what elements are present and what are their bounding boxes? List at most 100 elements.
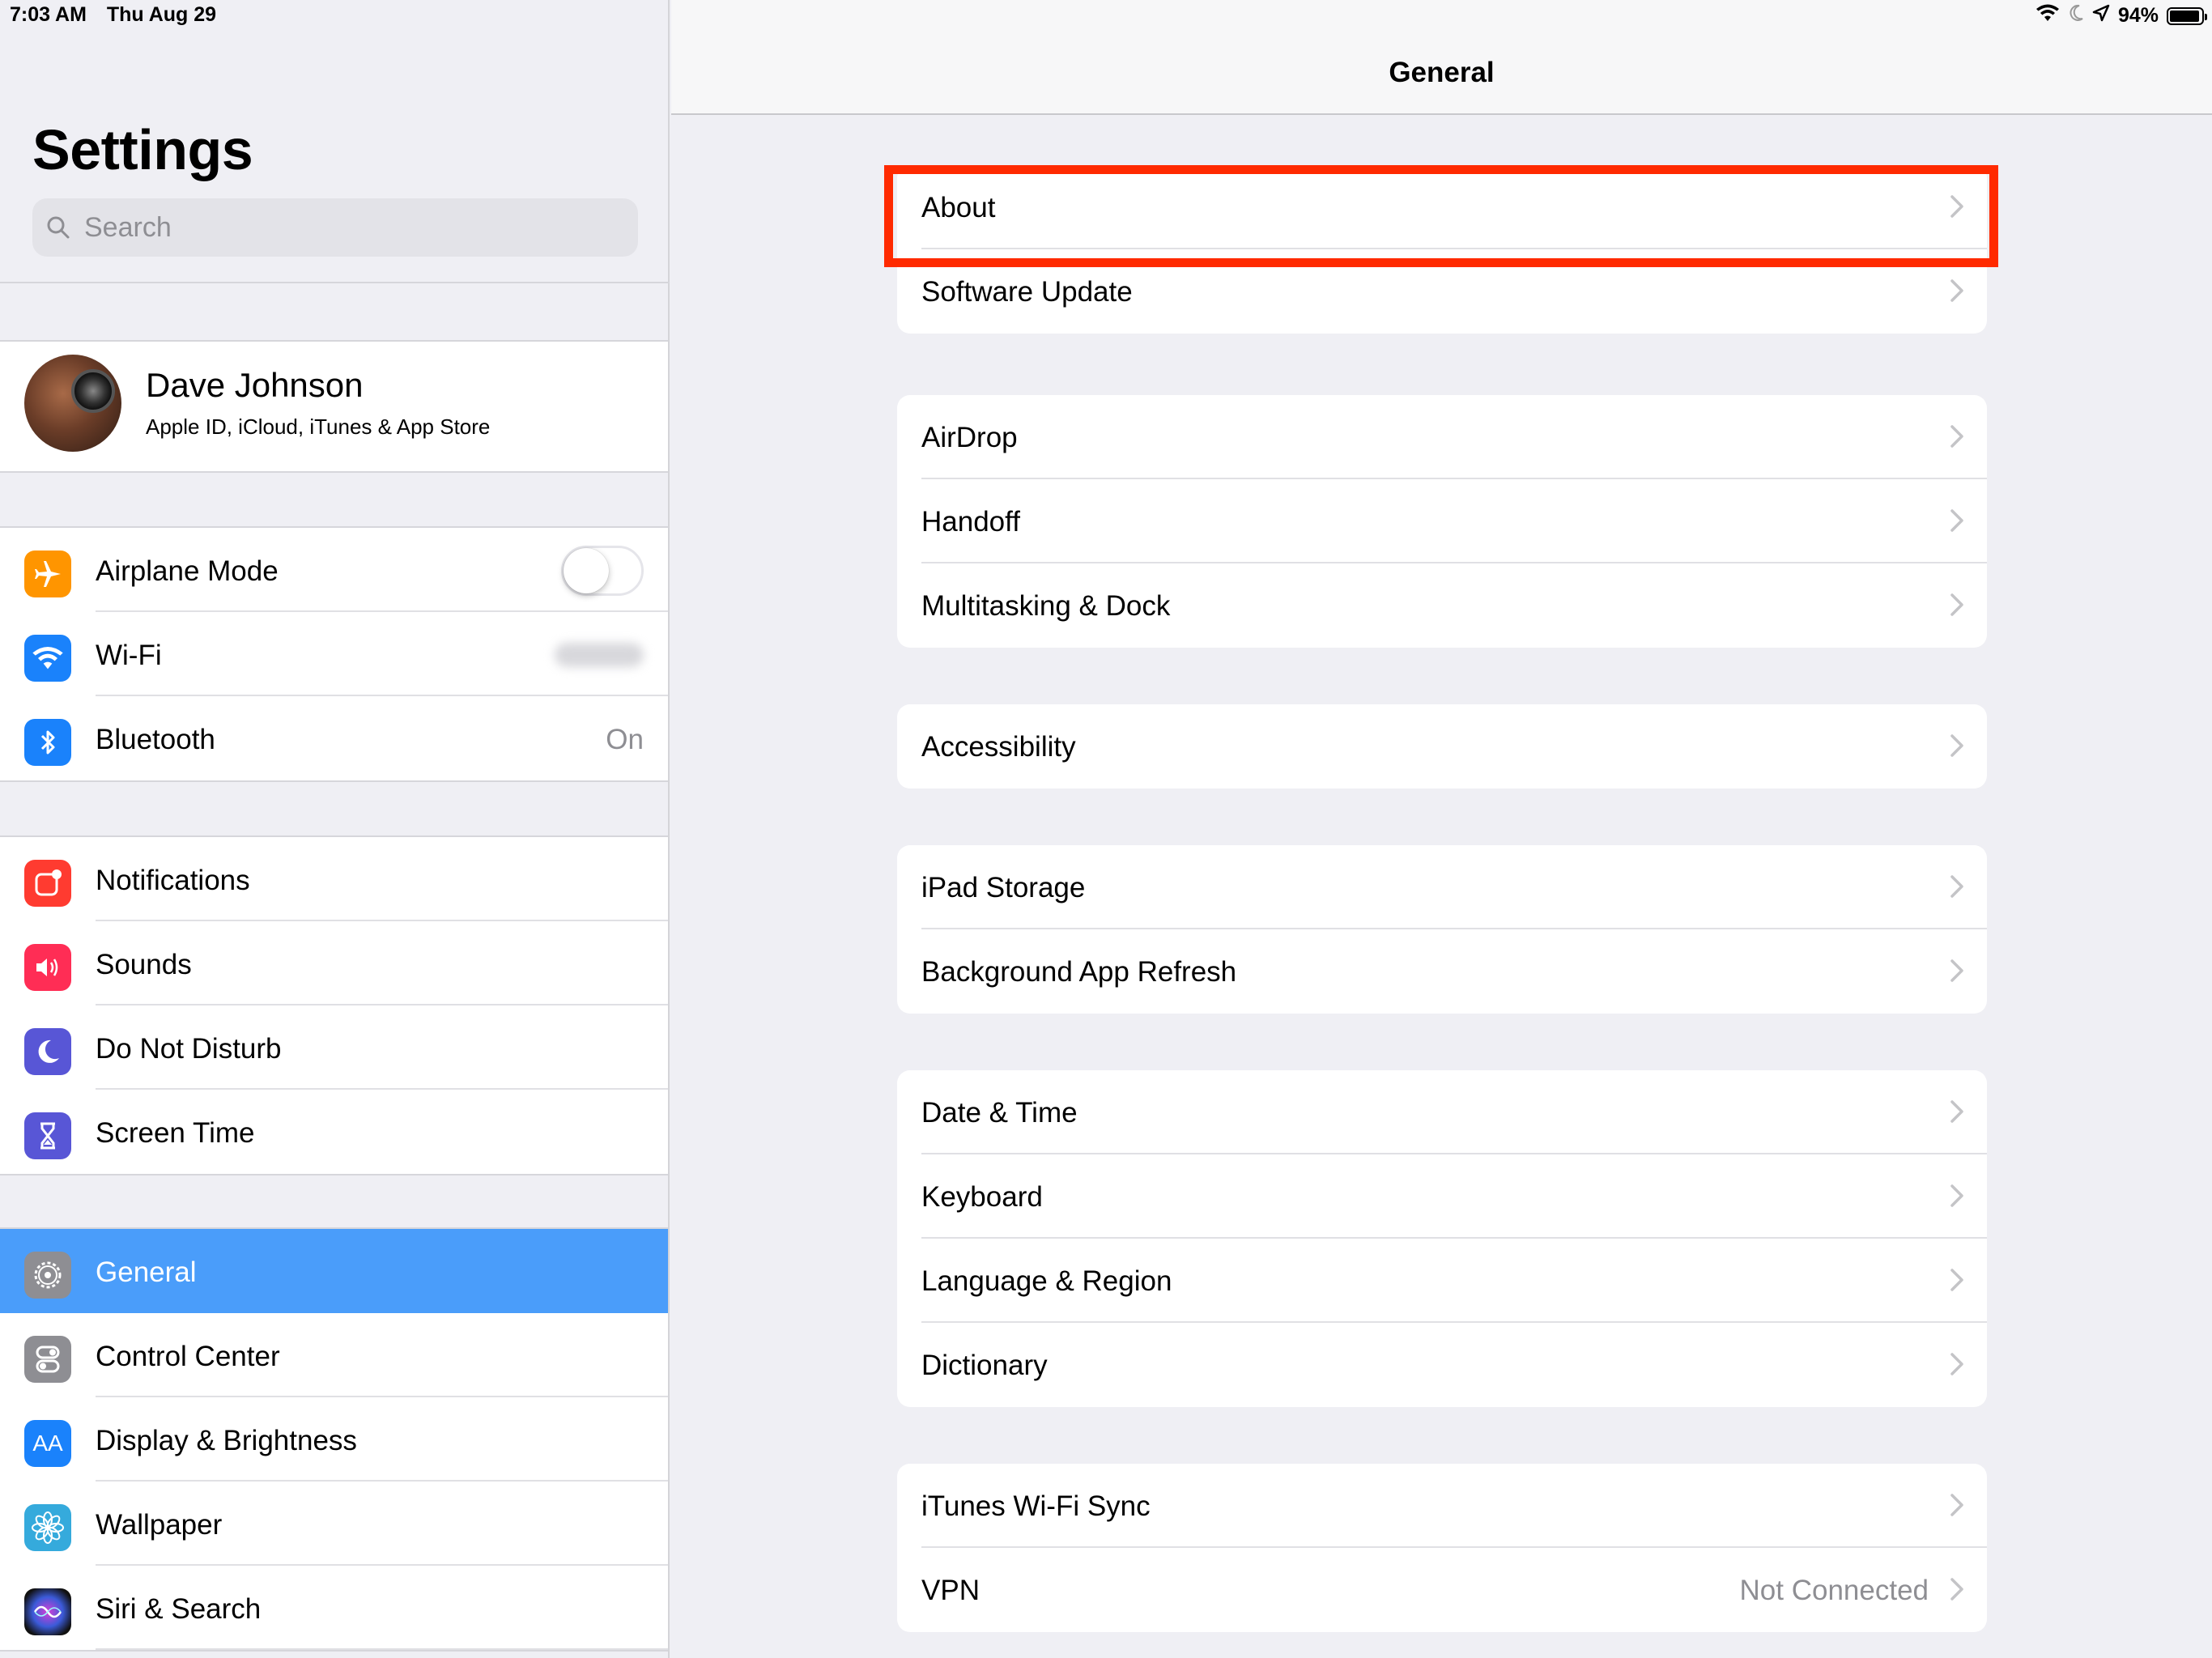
apple-id-profile[interactable]: Dave Johnson Apple ID, iCloud, iTunes & … [0,340,668,473]
settings-row-airdrop[interactable]: AirDrop [897,395,1987,479]
chevron-right-icon [1950,1268,1964,1296]
chevron-right-icon [1950,508,1964,537]
chevron-right-icon [1950,1493,1964,1521]
sidebar-item-siri-search[interactable]: Siri & Search [0,1566,668,1650]
settings-row-label: Handoff [921,506,1020,538]
settings-row-label: AirDrop [921,422,1018,453]
sidebar-item-label: Siri & Search [96,1593,262,1625]
sidebar-item-wallpaper[interactable]: Wallpaper [0,1482,668,1566]
settings-row-accessibility[interactable]: Accessibility [897,704,1987,789]
settings-row-label: Dictionary [921,1350,1048,1381]
settings-row-label: Keyboard [921,1181,1043,1213]
settings-group: Accessibility [897,704,1987,789]
sidebar-item-label: Control Center [96,1341,280,1372]
wifi-icon [24,635,71,682]
settings-row-label: Background App Refresh [921,956,1237,988]
hourglass-icon [24,1112,71,1159]
airplane-mode-toggle[interactable] [561,546,644,596]
sidebar-item-airplane-mode[interactable]: Airplane Mode [0,528,668,612]
divider [0,282,670,283]
control-center-icon [24,1336,71,1383]
chevron-right-icon [1950,1099,1964,1128]
sidebar-item-label: Notifications [96,865,250,896]
wifi-network-name-redacted [555,643,644,667]
settings-row-label: About [921,192,996,223]
settings-row-vpn[interactable]: VPN Not Connected [897,1548,1987,1632]
sidebar-item-label: Airplane Mode [96,555,279,587]
chevron-right-icon [1950,424,1964,453]
system-group: General Control Center AA Display & Brig… [0,1227,668,1652]
flower-icon [24,1504,71,1551]
chevron-right-icon [1950,1577,1964,1605]
chevron-right-icon [1950,733,1964,762]
chevron-right-icon [1950,194,1964,223]
airplane-icon [24,551,71,597]
sidebar-item-screen-time[interactable]: Screen Time [0,1090,668,1174]
status-time: 7:03 AM [10,3,87,26]
sidebar-item-label: General [96,1256,197,1288]
sidebar-item-display-brightness[interactable]: AA Display & Brightness [0,1397,668,1482]
profile-name: Dave Johnson [146,366,364,404]
settings-group: AirDrop Handoff Multitasking & Dock [897,395,1987,648]
chevron-right-icon [1950,278,1964,307]
settings-row-dictionary[interactable]: Dictionary [897,1323,1987,1407]
settings-row-background-app-refresh[interactable]: Background App Refresh [897,929,1987,1014]
display-icon: AA [24,1420,71,1467]
avatar [24,355,121,452]
sidebar-item-label: Wallpaper [96,1509,223,1541]
sidebar-item-sounds[interactable]: Sounds [0,921,668,1005]
chevron-right-icon [1950,959,1964,987]
moon-icon [24,1028,71,1075]
sidebar-item-label: Bluetooth [96,724,215,755]
sidebar: Settings Dave Johnson Apple ID, iCloud, … [0,0,670,1658]
settings-row-keyboard[interactable]: Keyboard [897,1154,1987,1239]
sidebar-item-control-center[interactable]: Control Center [0,1313,668,1397]
settings-row-date-and-time[interactable]: Date & Time [897,1070,1987,1154]
settings-group: Date & Time Keyboard Language & Region Dict… [897,1070,1987,1407]
sidebar-item-general[interactable]: General [0,1229,668,1313]
settings-row-label: iPad Storage [921,872,1086,903]
sidebar-item-wifi[interactable]: Wi-Fi [0,612,668,696]
siri-icon [24,1588,71,1635]
search-icon [47,216,70,239]
chevron-right-icon [1950,1184,1964,1212]
sounds-icon [24,944,71,991]
settings-row-label: VPN [921,1575,980,1606]
sidebar-item-notifications[interactable]: Notifications [0,837,668,921]
settings-row-multitasking-and-dock[interactable]: Multitasking & Dock [897,563,1987,648]
sidebar-item-label: Wi-Fi [96,640,162,671]
settings-row-software-update[interactable]: Software Update [897,249,1987,334]
battery-icon [2167,6,2207,25]
settings-row-label: Multitasking & Dock [921,590,1171,622]
status-date: Thu Aug 29 [106,3,217,26]
settings-group: About Software Update [897,165,1987,334]
sidebar-item-do-not-disturb[interactable]: Do Not Disturb [0,1005,668,1090]
bluetooth-icon [24,719,71,766]
settings-row-language-and-region[interactable]: Language & Region [897,1239,1987,1323]
settings-row-itunes-wi-fi-sync[interactable]: iTunes Wi-Fi Sync [897,1464,1987,1548]
sidebar-item-label: Do Not Disturb [96,1033,282,1065]
search-input[interactable] [83,210,604,244]
sidebar-item-bluetooth[interactable]: Bluetooth On [0,696,668,780]
settings-row-about[interactable]: About [897,165,1987,249]
page-title: General [1389,57,1495,88]
status-bar: 7:03 AM Thu Aug 29 94% [0,0,2212,32]
settings-row-label: Accessibility [921,731,1076,763]
settings-row-label: Language & Region [921,1265,1172,1297]
notifications-icon [24,860,71,907]
profile-subtitle: Apple ID, iCloud, iTunes & App Store [146,414,491,439]
display-icon-glyph: AA [32,1431,63,1456]
moon-status-icon [2068,4,2084,28]
connectivity-group: Airplane Mode Wi-Fi Bluetooth On [0,526,668,782]
notifications-group: Notifications Sounds Do Not Disturb Scre… [0,835,668,1175]
settings-row-label: Date & Time [921,1097,1078,1129]
gear-icon [24,1252,71,1299]
location-arrow-icon [2092,4,2110,28]
chevron-right-icon [1950,593,1964,621]
battery-percent: 94% [2117,4,2159,27]
search-field[interactable] [32,198,638,257]
settings-group: iPad Storage Background App Refresh [897,845,1987,1014]
settings-row-handoff[interactable]: Handoff [897,479,1987,563]
settings-row-ipad-storage[interactable]: iPad Storage [897,845,1987,929]
settings-group: iTunes Wi-Fi Sync VPN Not Connected [897,1464,1987,1632]
